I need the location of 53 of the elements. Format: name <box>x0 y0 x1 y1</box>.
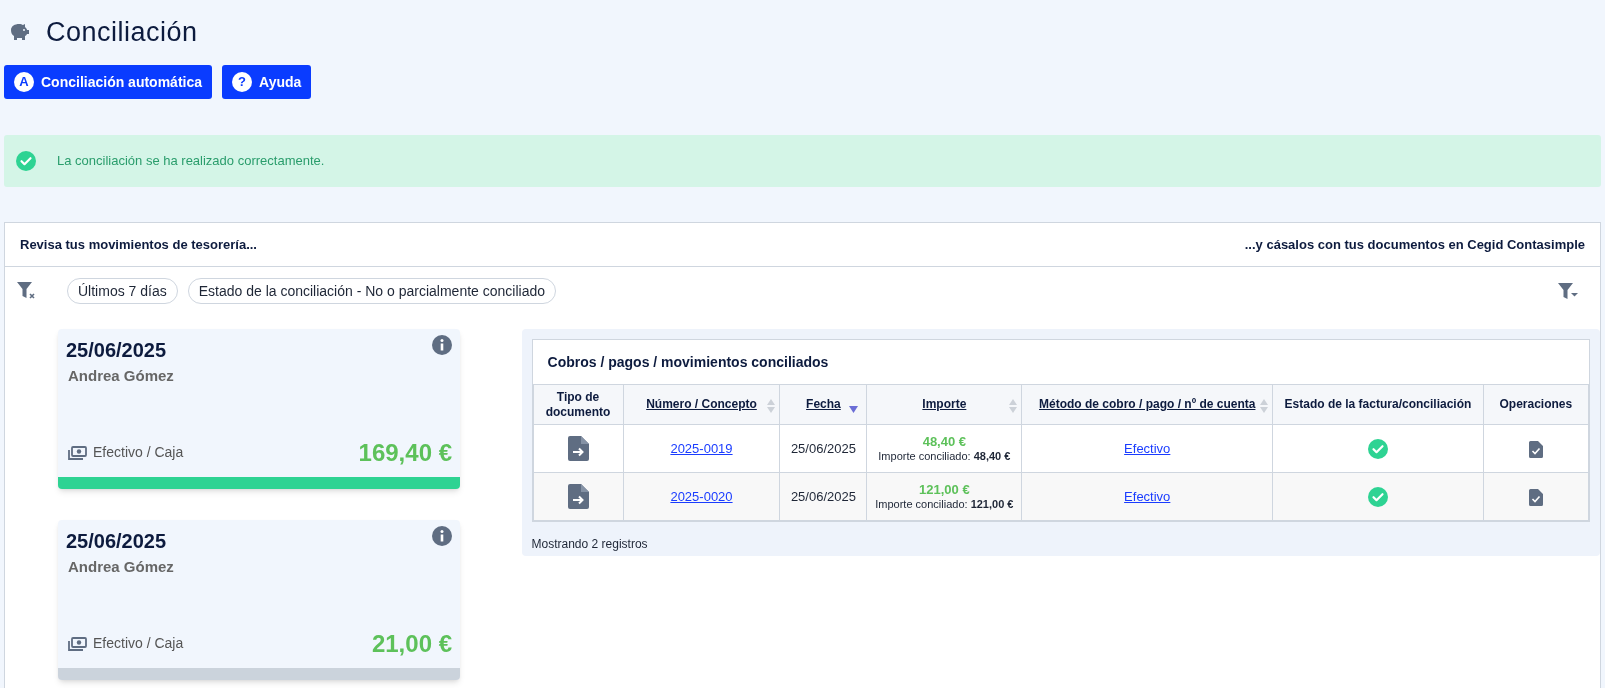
document-link[interactable]: 2025-0019 <box>670 440 733 456</box>
sortable-column-header[interactable]: Importe <box>922 397 967 411</box>
sortable-column-header[interactable]: Fecha <box>806 397 841 411</box>
document-arrow-icon <box>567 436 589 461</box>
movement-date: 25/06/2025 <box>66 529 167 554</box>
reconciled-amount: 121,00 € <box>970 497 1014 510</box>
panel-heading: ...y cásalos con tus documentos en Cegid Contasimple <box>1244 235 1585 254</box>
table-cell: 25/06/2025 <box>790 488 856 504</box>
banknote-icon <box>68 445 87 460</box>
records-count: Mostrando 2 registros <box>531 537 648 551</box>
reconciled-amount: 48,40 € <box>973 449 1011 462</box>
amount: 48,40 € <box>921 434 968 449</box>
payment-method-link[interactable]: Efectivo <box>1124 488 1171 504</box>
sort-icon <box>1009 399 1018 413</box>
movement-name: Andrea Gómez <box>67 366 175 386</box>
movement-date: 25/06/2025 <box>66 338 167 363</box>
sort-icon <box>1260 399 1269 413</box>
payment-method: Efectivo / Caja <box>93 634 184 653</box>
document-link[interactable]: 2025-0020 <box>670 488 733 504</box>
panel-heading: Revisa tus movimientos de tesorería... <box>20 235 257 254</box>
letter-icon: A <box>14 72 34 92</box>
column-header: Estado de la factura/conciliación <box>1284 397 1472 411</box>
action-button[interactable]: ? Ayuda <box>222 65 312 99</box>
movement-card[interactable]: 25/06/2025 Andrea Gómez Efectivo / Caja 169,40 € <box>58 329 460 489</box>
document-check-icon[interactable] <box>1528 440 1543 458</box>
sort-icon <box>767 399 776 413</box>
info-icon[interactable] <box>432 335 452 355</box>
page-title: Conciliación <box>46 15 198 49</box>
banknote-icon <box>68 636 87 651</box>
payment-method: Efectivo / Caja <box>93 443 184 462</box>
payment-method-link[interactable]: Efectivo <box>1124 440 1171 456</box>
sort-descending-icon <box>849 406 859 413</box>
reconciled-label: Importe conciliado: <box>878 449 971 462</box>
help-icon: ? <box>232 72 253 92</box>
column-header: Tipo de documento <box>545 389 611 419</box>
document-arrow-icon <box>567 484 589 509</box>
check-circle-icon <box>16 151 36 171</box>
amount: 121,00 € <box>918 482 971 497</box>
piggy-bank-icon <box>8 23 30 41</box>
action-button[interactable]: A Conciliación automática <box>4 65 213 99</box>
movement-amount: 21,00 € <box>371 629 452 659</box>
alert-message: La conciliación se ha realizado correctamente. <box>57 152 325 171</box>
movement-name: Andrea Gómez <box>67 557 175 577</box>
column-header: Operaciones <box>1499 397 1573 411</box>
reconciled-label: Importe conciliado: <box>875 497 968 510</box>
document-check-icon[interactable] <box>1528 488 1543 506</box>
table-title: Cobros / pagos / movimientos conciliados <box>547 352 829 372</box>
movement-amount: 169,40 € <box>358 438 452 468</box>
clear-filter-icon[interactable] <box>17 282 37 300</box>
movement-card[interactable]: 25/06/2025 Andrea Gómez Efectivo / Caja 21,00 € <box>58 520 460 680</box>
info-icon[interactable] <box>432 526 452 546</box>
table-cell: 25/06/2025 <box>790 440 856 456</box>
filter-icon[interactable] <box>1558 282 1578 300</box>
